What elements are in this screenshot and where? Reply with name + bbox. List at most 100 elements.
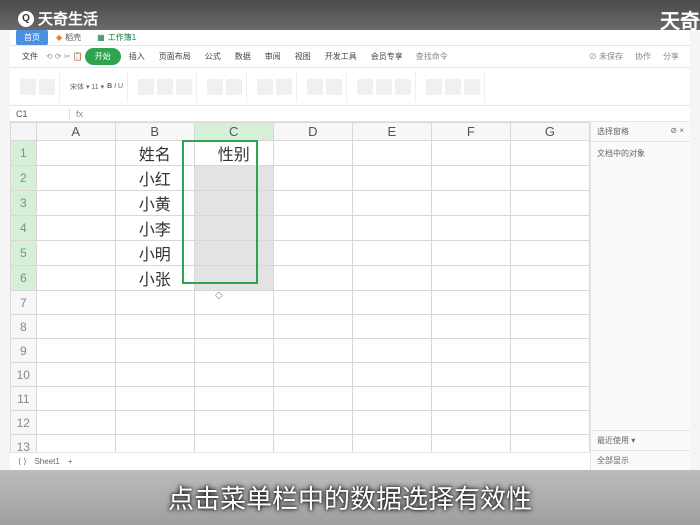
cell-F4[interactable] xyxy=(431,216,510,241)
row-header-6[interactable]: 6 xyxy=(11,266,37,291)
cell-B2[interactable]: 小红 xyxy=(115,166,194,191)
cell-A9[interactable] xyxy=(36,339,115,363)
cell-F1[interactable] xyxy=(431,141,510,166)
cell-C3[interactable] xyxy=(194,191,273,216)
cell-A4[interactable] xyxy=(36,216,115,241)
row-header-10[interactable]: 10 xyxy=(11,363,37,387)
qat-icons[interactable]: ⟲ ⟳ ✂ 📋 xyxy=(46,52,83,61)
cell-A3[interactable] xyxy=(36,191,115,216)
col-header-D[interactable]: D xyxy=(273,123,352,141)
menu-view[interactable]: 视图 xyxy=(289,48,317,65)
cell-C13[interactable] xyxy=(194,435,273,453)
cell-G8[interactable] xyxy=(510,315,589,339)
col-header-G[interactable]: G xyxy=(510,123,589,141)
cell-B4[interactable]: 小李 xyxy=(115,216,194,241)
cell-F13[interactable] xyxy=(431,435,510,453)
tab-home[interactable]: 首页 xyxy=(16,30,48,45)
cell-G11[interactable] xyxy=(510,387,589,411)
cell-E13[interactable] xyxy=(352,435,431,453)
row-header-3[interactable]: 3 xyxy=(11,191,37,216)
btn-coop[interactable]: 协作 xyxy=(630,49,656,64)
cell-E11[interactable] xyxy=(352,387,431,411)
cell-B9[interactable] xyxy=(115,339,194,363)
cell-E3[interactable] xyxy=(352,191,431,216)
cell-E12[interactable] xyxy=(352,411,431,435)
cell-F11[interactable] xyxy=(431,387,510,411)
cell-F7[interactable] xyxy=(431,291,510,315)
cell-G5[interactable] xyxy=(510,241,589,266)
wrap-button[interactable] xyxy=(226,79,242,95)
cell-A13[interactable] xyxy=(36,435,115,453)
panel-close-icon[interactable]: ⊘ × xyxy=(670,126,684,137)
menu-file[interactable]: 文件 xyxy=(16,48,44,65)
cell-D1[interactable] xyxy=(273,141,352,166)
cell-B12[interactable] xyxy=(115,411,194,435)
cell-B5[interactable]: 小明 xyxy=(115,241,194,266)
merge-button[interactable] xyxy=(207,79,223,95)
align-right[interactable] xyxy=(176,79,192,95)
cell-B6[interactable]: 小张 xyxy=(115,266,194,291)
freeze-button[interactable] xyxy=(464,79,480,95)
table-button[interactable] xyxy=(326,79,342,95)
menu-start[interactable]: 开始 xyxy=(85,48,121,65)
menu-insert[interactable]: 插入 xyxy=(123,48,151,65)
cell-C8[interactable] xyxy=(194,315,273,339)
cell-D4[interactable] xyxy=(273,216,352,241)
sum-button[interactable] xyxy=(357,79,373,95)
col-header-E[interactable]: E xyxy=(352,123,431,141)
cell-A10[interactable] xyxy=(36,363,115,387)
cell-E4[interactable] xyxy=(352,216,431,241)
col-header-A[interactable]: A xyxy=(36,123,115,141)
cell-C5[interactable] xyxy=(194,241,273,266)
col-header-F[interactable]: F xyxy=(431,123,510,141)
format-button[interactable] xyxy=(257,79,273,95)
cell-G12[interactable] xyxy=(510,411,589,435)
menu-review[interactable]: 审阅 xyxy=(259,48,287,65)
cell-F9[interactable] xyxy=(431,339,510,363)
cell-B8[interactable] xyxy=(115,315,194,339)
cell-D7[interactable] xyxy=(273,291,352,315)
cell-B3[interactable]: 小黄 xyxy=(115,191,194,216)
cell-F5[interactable] xyxy=(431,241,510,266)
cell-E5[interactable] xyxy=(352,241,431,266)
search-box[interactable]: 查找命令 xyxy=(411,49,453,64)
cell-A12[interactable] xyxy=(36,411,115,435)
cell-C10[interactable] xyxy=(194,363,273,387)
cell-E6[interactable] xyxy=(352,266,431,291)
cell-B13[interactable] xyxy=(115,435,194,453)
cell-F2[interactable] xyxy=(431,166,510,191)
panel-footer2[interactable]: 全部显示 xyxy=(597,456,629,465)
cell-E2[interactable] xyxy=(352,166,431,191)
cell-C11[interactable] xyxy=(194,387,273,411)
currency-button[interactable] xyxy=(276,79,292,95)
menu-formula[interactable]: 公式 xyxy=(199,48,227,65)
cell-A5[interactable] xyxy=(36,241,115,266)
col-header-C[interactable]: C xyxy=(194,123,273,141)
col-header-B[interactable]: B xyxy=(115,123,194,141)
cell-C12[interactable] xyxy=(194,411,273,435)
cell-G6[interactable] xyxy=(510,266,589,291)
cell-G13[interactable] xyxy=(510,435,589,453)
cell-C2[interactable] xyxy=(194,166,273,191)
cell-D11[interactable] xyxy=(273,387,352,411)
bold-button[interactable]: B I U xyxy=(107,83,123,90)
row-header-5[interactable]: 5 xyxy=(11,241,37,266)
paste-button[interactable] xyxy=(20,79,36,95)
panel-footer1[interactable]: 最近使用 xyxy=(597,436,629,445)
cell-D6[interactable] xyxy=(273,266,352,291)
cell-C6[interactable] xyxy=(194,266,273,291)
cell-G2[interactable] xyxy=(510,166,589,191)
worksheet-button[interactable] xyxy=(445,79,461,95)
cell-A6[interactable] xyxy=(36,266,115,291)
cell-G4[interactable] xyxy=(510,216,589,241)
cell-A1[interactable] xyxy=(36,141,115,166)
cell-G10[interactable] xyxy=(510,363,589,387)
menu-data[interactable]: 数据 xyxy=(229,48,257,65)
menu-dev[interactable]: 开发工具 xyxy=(319,48,363,65)
cell-E8[interactable] xyxy=(352,315,431,339)
align-center[interactable] xyxy=(157,79,173,95)
cell-C4[interactable] xyxy=(194,216,273,241)
grid[interactable]: ABCDEFG1姓名性别2小红3小黄4小李5小明6小张7891011121314… xyxy=(10,122,590,452)
tab-workbook[interactable]: ▦工作簿1 xyxy=(89,30,144,45)
cell-F3[interactable] xyxy=(431,191,510,216)
